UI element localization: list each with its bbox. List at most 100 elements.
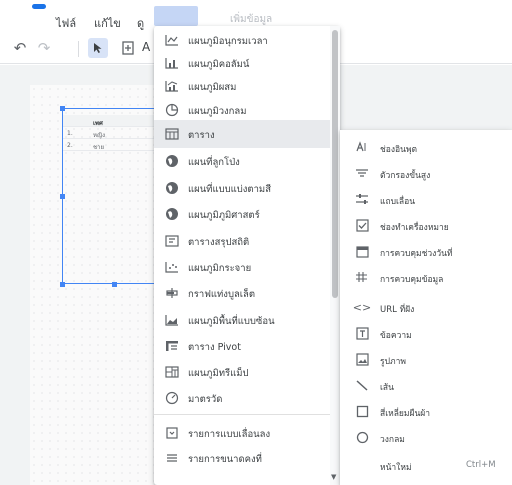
globe-icon — [164, 153, 180, 169]
menu-insert-active[interactable] — [154, 6, 198, 26]
table-icon — [164, 126, 180, 142]
menu-item-geo-chart[interactable]: แผนภูมิภูมิศาสตร์ — [154, 200, 330, 228]
app-logo[interactable] — [32, 4, 46, 9]
menu-item-scatter-chart[interactable]: แผนภูมิกระจาย — [154, 253, 330, 281]
menu-item-label: ตัวกรองขั้นสูง — [380, 171, 431, 181]
menu-item-label: แผนที่ลูกโป่ง — [188, 157, 240, 168]
add-page-icon[interactable] — [118, 38, 138, 58]
time-series-icon — [164, 32, 180, 48]
menu-item-circle[interactable]: วงกลม — [340, 424, 512, 450]
menu-item-label: เส้น — [380, 383, 394, 393]
menu-item-label: แผนภูมิกระจาย — [188, 263, 252, 274]
menu-item-image[interactable]: รูปภาพ — [340, 346, 512, 372]
fixed-list-icon — [164, 450, 180, 466]
combo-chart-icon — [164, 78, 180, 94]
text-style-letter[interactable]: A — [142, 40, 150, 54]
menu-item-label: การควบคุมช่วงวันที่ — [380, 249, 453, 259]
menu-item-label: ตารางสรุปสถิติ — [188, 237, 250, 248]
dropdown-list-icon — [164, 425, 180, 441]
line-icon — [354, 377, 370, 393]
menu-add-data[interactable]: เพิ่มข้อมูล — [230, 12, 272, 27]
menu-item-label: URL ที่ฝัง — [380, 305, 415, 315]
menu-item-label: วงกลม — [380, 435, 405, 445]
menu-item-line[interactable]: เส้น — [340, 372, 512, 398]
menu-item-checkbox[interactable]: ช่องทำเครื่องหมาย — [340, 212, 512, 238]
menu-item-dropdown-list[interactable]: รายการแบบเลื่อนลง — [154, 419, 330, 447]
menu-item-new-page[interactable]: หน้าใหม่ Ctrl+M — [340, 452, 512, 478]
menu-item-text[interactable]: ข้อความ — [340, 320, 512, 346]
input-box-icon — [354, 139, 370, 155]
advanced-filter-icon — [354, 165, 370, 181]
menu-item-label: ช่องอินพุต — [380, 145, 418, 155]
resize-handle-bm[interactable] — [112, 282, 117, 287]
table-row: 1. หญิง — [63, 127, 167, 139]
insert-menu: แผนภูมิอนุกรมเวลา แผนภูมิคอลัมน์ แผนภูมิ… — [154, 26, 340, 485]
menu-item-label: มาตรวัด — [188, 394, 223, 405]
scatter-icon — [164, 259, 180, 275]
menu-item-input-box[interactable]: ช่องอินพุต — [340, 134, 512, 160]
globe-icon — [164, 180, 180, 196]
redo-icon[interactable]: ↷ — [34, 38, 54, 58]
menu-item-pivot-table[interactable]: ตาราง Pivot — [154, 332, 330, 360]
row-number: 1. — [67, 130, 73, 137]
scroll-down-arrow-icon[interactable]: ▼ — [331, 473, 336, 481]
menu-item-label: ข้อความ — [380, 331, 412, 341]
menu-item-label: รายการแบบเลื่อนลง — [188, 429, 271, 440]
menu-item-label: แผนภูมิอนุกรมเวลา — [188, 36, 268, 47]
data-control-icon — [354, 269, 370, 285]
menu-item-embed-url[interactable]: <> URL ที่ฝัง — [340, 294, 512, 320]
menu-item-table[interactable]: ตาราง — [154, 120, 330, 148]
gauge-icon — [164, 390, 180, 406]
data-table[interactable]: เพศ 1. หญิง 2. ชาย — [63, 115, 167, 151]
rectangle-icon — [354, 403, 370, 419]
globe-icon — [164, 206, 180, 222]
checkbox-icon — [354, 217, 370, 233]
menu-item-label: กราฟแท่งบูลเล็ต — [188, 289, 256, 300]
menu-item-label: แถบเลื่อน — [380, 197, 416, 207]
scorecard-icon — [164, 233, 180, 249]
menu-item-advanced-filter[interactable]: ตัวกรองขั้นสูง — [340, 160, 512, 186]
menu-file[interactable]: ไฟล์ — [56, 14, 76, 32]
menu-item-bubble-map[interactable]: แผนที่ลูกโป่ง — [154, 147, 330, 175]
menu-item-gauge[interactable]: มาตรวัด — [154, 384, 330, 412]
calendar-icon — [354, 243, 370, 259]
menu-item-label: แผนภูมิภูมิศาสตร์ — [188, 210, 260, 221]
resize-handle-tl[interactable] — [60, 106, 65, 111]
menu-item-fixed-list[interactable]: รายการขนาดคงที่ — [154, 444, 330, 472]
image-icon — [354, 351, 370, 367]
menu-view[interactable]: ดู — [137, 14, 144, 32]
undo-icon[interactable]: ↶ — [10, 38, 30, 58]
menu-item-label: แผนที่แบบแบ่งตามสี — [188, 184, 271, 195]
menu-item-label: แผนภูมิวงกลม — [188, 106, 247, 117]
menu-item-label: ตาราง — [188, 130, 215, 141]
resize-handle-bl[interactable] — [60, 282, 65, 287]
menu-item-slider[interactable]: แถบเลื่อน — [340, 186, 512, 212]
menu-item-rectangle[interactable]: สี่เหลี่ยมผืนผ้า — [340, 398, 512, 424]
menu-item-data-control[interactable]: การควบคุมข้อมูล — [340, 264, 512, 290]
menu-item-bullet-chart[interactable]: กราฟแท่งบูลเล็ต — [154, 279, 330, 307]
menu-item-label: แผนภูมิผสม — [188, 82, 237, 93]
menu-item-area-chart[interactable]: แผนภูมิพื้นที่แบบซ้อน — [154, 306, 330, 334]
resize-handle-ml[interactable] — [60, 194, 65, 199]
bullet-chart-icon — [164, 285, 180, 301]
cursor-icon[interactable] — [88, 38, 108, 58]
toolbar-divider — [78, 41, 79, 57]
circle-icon — [354, 429, 370, 445]
text-icon — [354, 325, 370, 341]
menu-edit[interactable]: แก้ไข — [94, 14, 121, 32]
menu-item-label: การควบคุมข้อมูล — [380, 275, 444, 285]
row-number: 2. — [67, 142, 73, 149]
shortcut-text: Ctrl+M — [466, 460, 496, 470]
area-chart-icon — [164, 312, 180, 328]
menu-item-scorecard[interactable]: ตารางสรุปสถิติ — [154, 227, 330, 255]
menu-divider — [154, 414, 330, 415]
menu-item-label: ช่องทำเครื่องหมาย — [380, 223, 449, 233]
menu-scrollbar-thumb[interactable] — [332, 30, 338, 298]
menu-item-date-range[interactable]: การควบคุมช่วงวันที่ — [340, 238, 512, 264]
menu-item-choropleth-map[interactable]: แผนที่แบบแบ่งตามสี — [154, 174, 330, 202]
code-icon: <> — [352, 300, 372, 314]
bar-chart-icon — [164, 55, 180, 71]
menu-item-treemap[interactable]: แผนภูมิทรีแม็ป — [154, 358, 330, 386]
menu-item-label: ตาราง Pivot — [188, 342, 241, 353]
pivot-table-icon — [164, 338, 180, 354]
